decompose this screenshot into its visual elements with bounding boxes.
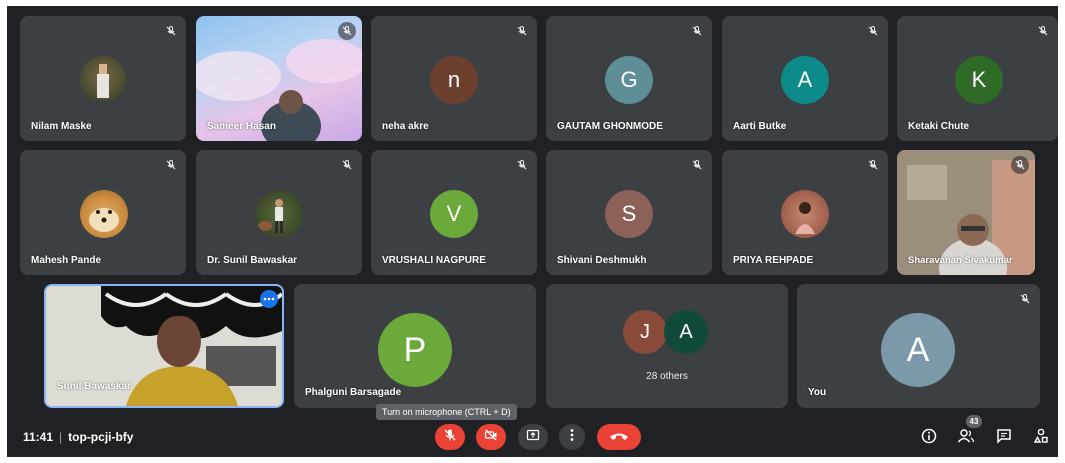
activities-icon [1033, 428, 1049, 449]
participant-tile-active-speaker[interactable]: Sunil Bawaskar [44, 284, 284, 408]
participant-name: Nilam Maske [31, 121, 92, 132]
others-tile[interactable]: J A 28 others [546, 284, 788, 408]
people-icon [957, 428, 975, 449]
separator: | [59, 430, 63, 444]
participant-tile[interactable]: A Aarti Butke [722, 16, 888, 141]
participant-name: Dr. Sunil Bawaskar [207, 255, 298, 266]
mic-muted-icon [338, 156, 356, 174]
avatar: P [378, 313, 452, 387]
people-button[interactable] [957, 428, 975, 449]
more-options-icon [570, 428, 574, 447]
mic-muted-icon [162, 156, 180, 174]
avatar: J [623, 310, 667, 354]
meeting-code: top-pcji-bfy [68, 430, 134, 444]
participant-name: Aarti Butke [733, 121, 787, 132]
avatar: A [881, 313, 955, 387]
mic-muted-icon [513, 156, 531, 174]
mic-muted-icon [338, 22, 356, 40]
avatar: G [605, 56, 653, 104]
mic-muted-icon [1016, 290, 1034, 308]
others-count-label: 28 others [646, 371, 688, 382]
avatar: A [664, 310, 708, 354]
mic-muted-icon [1034, 22, 1052, 40]
participant-tile[interactable]: V VRUSHALI NAGPURE [371, 150, 537, 275]
activities-button[interactable] [1032, 428, 1050, 449]
participant-name: Sameer Hasan [207, 121, 276, 132]
camera-toggle-button[interactable] [476, 424, 506, 450]
avatar-photo [781, 190, 829, 238]
meeting-info: 11:41 | top-pcji-bfy [23, 430, 133, 444]
more-options-icon[interactable] [260, 290, 278, 308]
participant-name: neha akre [382, 121, 429, 132]
meeting-time: 11:41 [23, 430, 54, 444]
participant-name: Ketaki Chute [908, 121, 970, 132]
mic-muted-icon [864, 156, 882, 174]
info-icon [921, 428, 937, 449]
meeting-details-button[interactable] [920, 428, 938, 449]
avatar: S [605, 190, 653, 238]
participant-name: PRIYA REHPADE [733, 255, 814, 266]
participant-tile[interactable]: P Phalguni Barsagade [294, 284, 536, 408]
self-tile[interactable]: A You [797, 284, 1040, 408]
participant-tile[interactable]: Nilam Maske [20, 16, 186, 141]
chat-button[interactable] [995, 428, 1013, 449]
avatar: A [781, 56, 829, 104]
participant-name: Sharavanan Sivakumar [908, 255, 1013, 266]
call-controls-bar: 11:41 | top-pcji-bfy 43 [7, 415, 1058, 457]
participant-tile[interactable]: n neha akre [371, 16, 537, 141]
participant-name: GAUTAM GHONMODE [557, 121, 663, 132]
leave-call-button[interactable] [597, 424, 641, 450]
participant-tile[interactable]: PRIYA REHPADE [722, 150, 888, 275]
participant-tile[interactable]: Mahesh Pande [20, 150, 186, 275]
avatar-photo [80, 190, 128, 238]
participant-name: Sunil Bawaskar [57, 381, 131, 392]
mic-muted-icon [162, 22, 180, 40]
avatar-photo [255, 190, 303, 238]
present-screen-icon [526, 428, 540, 447]
mic-muted-icon [513, 22, 531, 40]
mic-muted-icon [688, 22, 706, 40]
more-options-button[interactable] [559, 424, 585, 450]
participant-name: You [808, 387, 827, 398]
participant-tile[interactable]: S Shivani Deshmukh [546, 150, 712, 275]
mic-muted-icon [688, 156, 706, 174]
avatar: n [430, 56, 478, 104]
participant-name: Shivani Deshmukh [557, 255, 647, 266]
participant-name: Mahesh Pande [31, 255, 102, 266]
camera-off-icon [484, 428, 498, 447]
avatar-photo [80, 56, 126, 102]
present-button[interactable] [518, 424, 548, 450]
end-call-icon [609, 428, 629, 446]
participant-tile[interactable]: K Ketaki Chute [897, 16, 1058, 141]
avatar: V [430, 190, 478, 238]
avatar: K [955, 56, 1003, 104]
chat-icon [996, 428, 1012, 449]
participant-name: Phalguni Barsagade [305, 387, 402, 398]
participant-tile[interactable]: G GAUTAM GHONMODE [546, 16, 712, 141]
participant-tile[interactable]: Sharavanan Sivakumar [897, 150, 1035, 275]
participant-name: VRUSHALI NAGPURE [382, 255, 486, 266]
participant-tile[interactable]: Dr. Sunil Bawaskar [196, 150, 362, 275]
meeting-stage: Nilam Maske Sameer Hasan n neha akre G G… [7, 6, 1058, 457]
mic-off-icon [443, 428, 457, 447]
participant-tile[interactable]: Sameer Hasan [196, 16, 362, 141]
mic-muted-icon [864, 22, 882, 40]
mic-muted-icon [1011, 156, 1029, 174]
people-count-badge: 43 [966, 415, 982, 428]
mic-toggle-button[interactable] [435, 424, 465, 450]
